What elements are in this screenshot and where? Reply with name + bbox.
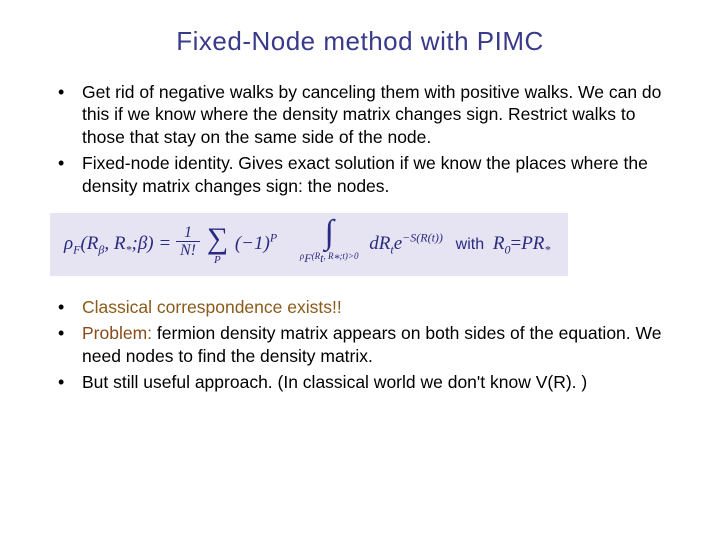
eq-frac-den: N!	[176, 242, 200, 260]
bullet-text: fermion density matrix appears on both s…	[82, 323, 661, 365]
equation: ρF(Rβ, R*;β) = 1 N! ∑ P (−1)P ∫ ρF(Rt, R…	[50, 213, 568, 276]
eq-int-sub: ρF(Rt, R*;t)>0	[300, 251, 359, 266]
eq-e: e	[394, 233, 402, 254]
eq-dR: dR	[369, 233, 390, 254]
eq-exp: −S(R(t))	[402, 230, 443, 244]
eq-integral: ∫ ρF(Rt, R*;t)>0	[300, 223, 359, 266]
eq-PR-sub: *	[544, 243, 550, 257]
eq-R0: R	[493, 233, 505, 254]
eq-sum-sub: P	[207, 254, 228, 266]
eq-lhs-rest: , R	[104, 233, 125, 254]
bullet-accent: Classical correspondence exists!!	[82, 297, 342, 317]
eq-frac-num: 1	[176, 225, 200, 242]
bullet-accent: Problem:	[82, 323, 152, 343]
eq-sigma: ∑	[207, 222, 228, 255]
bullet-item: Get rid of negative walks by canceling t…	[58, 81, 680, 148]
eq-eq2: =	[510, 233, 521, 254]
bullet-item: But still useful approach. (In classical…	[58, 371, 680, 393]
bullet-item: Classical correspondence exists!!	[58, 296, 680, 318]
eq-fraction: 1 N!	[176, 225, 200, 260]
bullet-item: Fixed-node identity. Gives exact solutio…	[58, 152, 680, 197]
bullet-list-bottom: Classical correspondence exists!! Proble…	[40, 296, 680, 394]
eq-lhs-rho: ρ	[64, 233, 73, 254]
eq-PR: PR	[521, 233, 544, 254]
eq-int-symbol: ∫	[325, 214, 334, 251]
bullet-list-top: Get rid of negative walks by canceling t…	[40, 81, 680, 197]
eq-lhs-close: ;β)	[132, 233, 154, 254]
bullet-text: But still useful approach. (In classical…	[82, 372, 587, 392]
eq-equals: =	[158, 233, 171, 254]
slide-title: Fixed-Node method with PIMC	[40, 26, 680, 57]
eq-lhs-args: (R	[80, 233, 98, 254]
eq-with: with	[456, 236, 484, 253]
eq-minus1: (−1)	[235, 233, 270, 254]
bullet-item: Problem: fermion density matrix appears …	[58, 322, 680, 367]
equation-container: ρF(Rβ, R*;β) = 1 N! ∑ P (−1)P ∫ ρF(Rt, R…	[50, 213, 680, 276]
eq-minus1-sup: P	[270, 230, 277, 244]
eq-sum: ∑ P	[207, 227, 228, 266]
